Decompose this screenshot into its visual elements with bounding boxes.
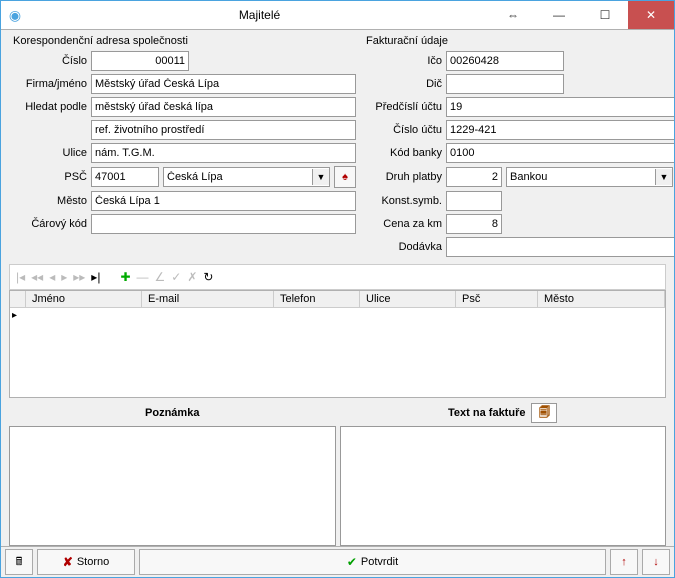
predcisli-label: Předčíslí účtu xyxy=(362,101,442,113)
nav-prevpage-icon[interactable]: ◂◂ xyxy=(31,270,43,284)
up-arrow-icon: ♠ xyxy=(342,171,348,183)
chevron-down-icon[interactable]: ▼ xyxy=(655,169,672,185)
psc-label: PSČ xyxy=(9,171,87,183)
refresh-icon[interactable]: ↻ xyxy=(203,270,213,284)
carovy-label: Čárový kód xyxy=(9,218,87,230)
ulice-input[interactable] xyxy=(91,143,356,163)
window-title: Majitelé xyxy=(29,8,490,22)
arrow-up-icon: ↑ xyxy=(621,556,627,568)
restore-button[interactable]: ⇔ xyxy=(490,1,536,29)
kodbanky-label: Kód banky xyxy=(362,147,442,159)
close-button[interactable]: ✕ xyxy=(628,1,674,29)
down-button[interactable]: ↓ xyxy=(642,549,670,575)
cenakm-label: Cena za km xyxy=(362,218,442,230)
document-icon: 🗐 xyxy=(539,404,550,423)
poznamka-textarea[interactable] xyxy=(9,426,336,546)
calc-button[interactable]: 🖩 xyxy=(5,549,33,575)
system-buttons: ⇔ — ☐ ✕ xyxy=(490,1,674,29)
psc-action-button[interactable]: ♠ xyxy=(334,166,356,188)
storno-button[interactable]: ✘ Storno xyxy=(37,549,135,575)
post-record-icon[interactable]: ✓ xyxy=(171,270,181,284)
titlebar: ◉ Majitelé ⇔ — ☐ ✕ xyxy=(1,1,674,30)
up-button[interactable]: ↑ xyxy=(610,549,638,575)
cancel-record-icon[interactable]: ✗ xyxy=(187,270,197,284)
delete-record-icon[interactable]: — xyxy=(137,270,149,284)
textfak-label: Text na faktuře xyxy=(448,407,525,419)
storno-label: Storno xyxy=(77,556,109,568)
potvrdit-button[interactable]: ✔ Potvrdit xyxy=(139,549,606,575)
druh-combo[interactable]: ▼ xyxy=(506,167,673,187)
cislo-input[interactable] xyxy=(91,51,189,71)
predcisli-input[interactable] xyxy=(446,97,674,117)
textfak-textarea[interactable] xyxy=(340,426,667,546)
minimize-button[interactable]: — xyxy=(536,1,582,29)
dodavka-label: Dodávka xyxy=(362,241,442,253)
owners-window: ◉ Majitelé ⇔ — ☐ ✕ Korespondenční adresa… xyxy=(0,0,675,578)
dic-label: Dič xyxy=(362,78,442,90)
cenakm-input[interactable] xyxy=(446,214,502,234)
ulice-label: Ulice xyxy=(9,147,87,159)
poznamka-label: Poznámka xyxy=(145,407,199,419)
chevron-down-icon[interactable]: ▼ xyxy=(312,169,329,185)
grid-col-telefon[interactable]: Telefon xyxy=(274,291,360,307)
psc-input[interactable] xyxy=(91,167,159,187)
druh-num-input[interactable] xyxy=(446,167,502,187)
psc-city-combo[interactable]: ▼ xyxy=(163,167,330,187)
cislouctu-input[interactable] xyxy=(446,120,674,140)
druh-text-input[interactable] xyxy=(507,170,655,184)
grid-body[interactable]: ▸ xyxy=(10,308,665,397)
konst-input[interactable] xyxy=(446,191,502,211)
ref-input[interactable] xyxy=(91,120,356,140)
app-icon: ◉ xyxy=(1,7,29,24)
bottom-bar: 🖩 ✘ Storno ✔ Potvrdit ↑ ↓ xyxy=(1,546,674,577)
edit-record-icon[interactable]: ∠ xyxy=(155,270,166,284)
hledat-input[interactable] xyxy=(91,97,356,117)
psc-city-input[interactable] xyxy=(164,170,312,184)
confirm-icon: ✔ xyxy=(347,555,357,569)
ico-label: Ičo xyxy=(362,55,442,67)
textfak-action-button[interactable]: 🗐 xyxy=(531,403,557,423)
mesto-label: Město xyxy=(9,195,87,207)
cislouctu-label: Číslo účtu xyxy=(362,124,442,136)
ico-input[interactable] xyxy=(446,51,564,71)
textfak-pane: Text na faktuře 🗐 xyxy=(340,402,667,546)
hledat-label: Hledat podle xyxy=(9,101,87,113)
nav-nextpage-icon[interactable]: ▸▸ xyxy=(73,270,85,284)
nav-last-icon[interactable]: ▸| xyxy=(91,270,100,284)
kodbanky-input[interactable] xyxy=(446,143,674,163)
right-group-title: Fakturační údaje xyxy=(366,35,674,47)
firma-label: Firma/jméno xyxy=(9,78,87,90)
grid-col-jmeno[interactable]: Jméno xyxy=(26,291,142,307)
dodavka-input[interactable] xyxy=(446,237,674,257)
nav-prev-icon[interactable]: ◂ xyxy=(49,270,55,284)
grid-col-email[interactable]: E-mail xyxy=(142,291,274,307)
right-column: Fakturační údaje Ičo Dič Předčíslí účtu … xyxy=(362,33,674,260)
grid-col-psc[interactable]: Psč xyxy=(456,291,538,307)
grid-col-mesto[interactable]: Město xyxy=(538,291,665,307)
poznamka-pane: Poznámka xyxy=(9,402,336,546)
left-group-title: Korespondenční adresa společnosti xyxy=(13,35,356,47)
druh-label: Druh platby xyxy=(362,171,442,183)
firma-input[interactable] xyxy=(91,74,356,94)
dic-input[interactable] xyxy=(446,74,564,94)
record-nav-toolbar: |◂ ◂◂ ◂ ▸ ▸▸ ▸| ✚ — ∠ ✓ ✗ ↻ xyxy=(9,264,666,290)
contacts-grid[interactable]: Jméno E-mail Telefon Ulice Psč Město ▸ xyxy=(9,290,666,398)
nav-next-icon[interactable]: ▸ xyxy=(61,270,67,284)
calculator-icon: 🖩 xyxy=(16,553,23,572)
cancel-icon: ✘ xyxy=(63,555,73,569)
add-record-icon[interactable]: ✚ xyxy=(120,270,130,284)
grid-col-ulice[interactable]: Ulice xyxy=(360,291,456,307)
row-indicator-icon: ▸ xyxy=(12,310,17,321)
mesto-input[interactable] xyxy=(91,191,356,211)
left-column: Korespondenční adresa společnosti Číslo … xyxy=(9,33,356,260)
grid-header: Jméno E-mail Telefon Ulice Psč Město xyxy=(10,291,665,308)
arrow-down-icon: ↓ xyxy=(653,556,659,568)
carovy-input[interactable] xyxy=(91,214,356,234)
maximize-button[interactable]: ☐ xyxy=(582,1,628,29)
cislo-label: Číslo xyxy=(9,55,87,67)
potvrdit-label: Potvrdit xyxy=(361,556,398,568)
nav-first-icon[interactable]: |◂ xyxy=(16,270,25,284)
konst-label: Konst.symb. xyxy=(362,195,442,207)
